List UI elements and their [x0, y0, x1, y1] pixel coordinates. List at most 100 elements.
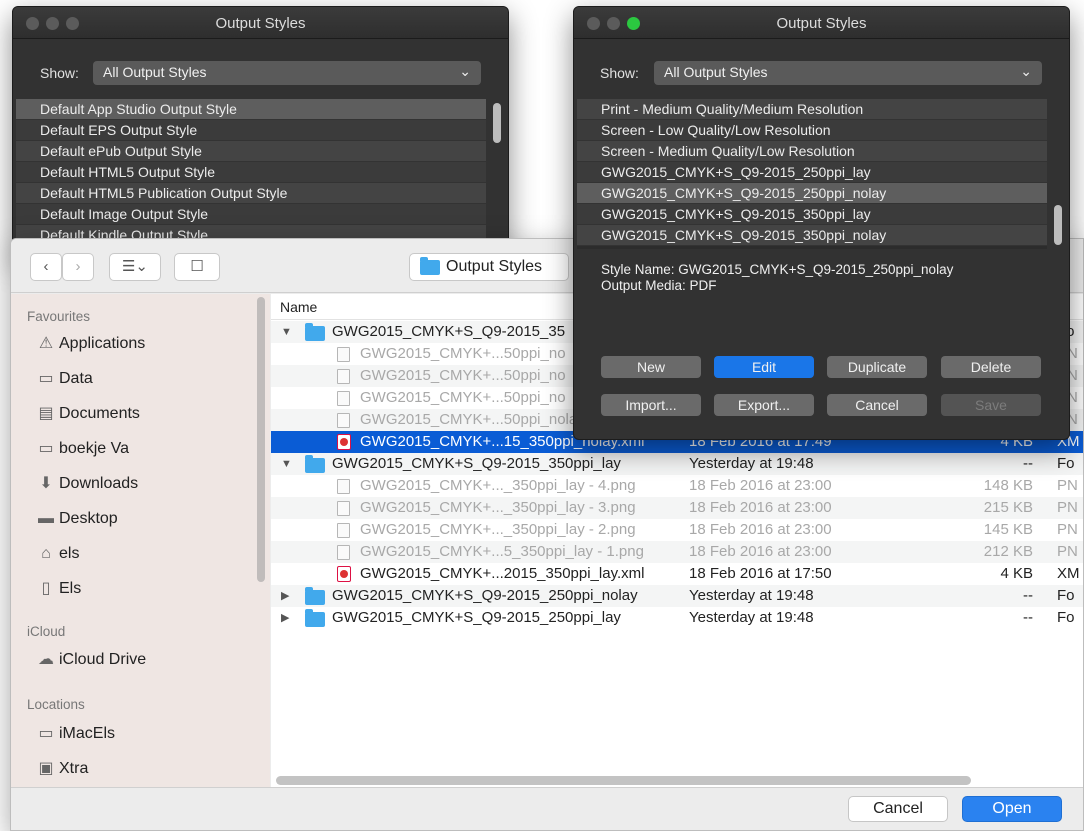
file-name: GWG2015_CMYK+S_Q9-2015_350ppi_lay	[332, 455, 621, 472]
folder-row[interactable]: ▶ GWG2015_CMYK+S_Q9-2015_250ppi_nolay Yest…	[271, 585, 1083, 607]
output-style-item[interactable]: Screen - Low Quality/Low Resolution	[577, 120, 1047, 141]
output-styles-window-right: Output Styles Show: All Output Styles ⌄ …	[573, 6, 1070, 440]
sidebar-item-boekje-va[interactable]: ▭ boekje Va	[33, 436, 129, 462]
sidebar-item-documents[interactable]: ▤ Documents	[33, 401, 139, 427]
sidebar-scrollbar[interactable]	[257, 297, 265, 582]
sidebar-item-icloud-drive[interactable]: ☁ iCloud Drive	[33, 647, 146, 673]
cancel-button[interactable]: Cancel	[827, 394, 927, 416]
view-mode-button[interactable]: ☰⌄	[109, 253, 161, 281]
xml-file-icon	[337, 566, 351, 582]
back-button[interactable]: ‹	[30, 253, 62, 281]
file-date: 18 Feb 2016 at 23:00	[689, 521, 832, 538]
home-icon: ⌂	[41, 545, 51, 562]
edit-button[interactable]: Edit	[714, 356, 814, 378]
disclosure-expanded-icon[interactable]: ▼	[281, 321, 292, 343]
folder-row[interactable]: ▼ GWG2015_CMYK+S_Q9-2015_350ppi_lay Yester…	[271, 453, 1083, 475]
title-bar[interactable]: Output Styles	[574, 7, 1069, 39]
document-icon: ▯	[41, 580, 51, 597]
output-style-item[interactable]: Default HTML5 Publication Output Style	[16, 183, 486, 204]
output-style-item[interactable]: Print - Medium Quality/Medium Resolution	[577, 99, 1047, 120]
sidebar-item-label: Applications	[59, 335, 146, 352]
folder-row[interactable]: ▶ GWG2015_CMYK+S_Q9-2015_250ppi_lay Yester…	[271, 607, 1083, 629]
folder-icon	[305, 455, 325, 473]
dialog-button-bar: Cancel Open	[11, 787, 1083, 830]
show-label: Show:	[600, 65, 639, 81]
sidebar-item-els[interactable]: ⌂ els	[33, 541, 79, 567]
output-style-item[interactable]: GWG2015_CMYK+S_Q9-2015_250ppi_lay	[577, 162, 1047, 183]
path-popup-button[interactable]: Output Styles	[409, 253, 569, 281]
file-row[interactable]: GWG2015_CMYK+...2015_350ppi_lay.xml 18 Fe…	[271, 563, 1083, 585]
delete-button[interactable]: Delete	[941, 356, 1041, 378]
current-folder-label: Output Styles	[446, 258, 543, 275]
title-bar[interactable]: Output Styles	[13, 7, 508, 39]
output-style-item[interactable]: Default HTML5 Output Style	[16, 162, 486, 183]
new-button[interactable]: New	[601, 356, 701, 378]
name-column-header[interactable]: Name	[280, 299, 317, 315]
save-button[interactable]: Save	[941, 394, 1041, 416]
file-name: GWG2015_CMYK+...50ppi_no	[360, 345, 566, 362]
show-select[interactable]: All Output Styles ⌄	[654, 61, 1042, 85]
sidebar-item-desktop[interactable]: ▬ Desktop	[33, 506, 118, 532]
file-date: Yesterday at 19:48	[689, 609, 814, 626]
open-button[interactable]: Open	[962, 796, 1062, 822]
sidebar-item-imacels[interactable]: ▭ iMacEls	[33, 721, 115, 747]
sidebar-item-label: Downloads	[59, 475, 139, 492]
file-size: --	[1023, 609, 1033, 626]
cancel-button[interactable]: Cancel	[848, 796, 948, 822]
horizontal-scrollbar[interactable]	[276, 776, 971, 785]
forward-button[interactable]: ›	[62, 253, 94, 281]
disclosure-collapsed-icon[interactable]: ▶	[281, 585, 289, 607]
output-style-item[interactable]: Default Image Output Style	[16, 204, 486, 225]
folder-icon	[305, 609, 325, 627]
file-date: 18 Feb 2016 at 23:00	[689, 543, 832, 560]
file-date: Yesterday at 19:48	[689, 455, 814, 472]
sidebar-item-xtra[interactable]: ▣ Xtra	[33, 756, 88, 782]
downloads-icon: ⬇	[39, 475, 53, 492]
output-styles-list[interactable]: Default App Studio Output Style Default E…	[16, 99, 486, 249]
file-kind: XM	[1057, 565, 1080, 582]
output-style-item[interactable]: GWG2015_CMYK+S_Q9-2015_250ppi_nolay	[577, 183, 1047, 204]
chevron-left-icon: ‹	[43, 258, 49, 275]
output-style-item[interactable]: Default ePub Output Style	[16, 141, 486, 162]
output-styles-list[interactable]: Print - Medium Quality/Medium Resolution…	[577, 99, 1047, 249]
file-row[interactable]: GWG2015_CMYK+..._350ppi_lay - 2.png 18 Fe…	[271, 519, 1083, 541]
list-scrollbar[interactable]	[1054, 205, 1062, 245]
output-style-item[interactable]: Default App Studio Output Style	[16, 99, 486, 120]
sidebar-item-downloads[interactable]: ⬇ Downloads	[33, 471, 138, 497]
show-label: Show:	[40, 65, 79, 81]
png-file-icon	[337, 479, 350, 494]
sidebar-item-els[interactable]: ▯ Els	[33, 576, 82, 602]
list-scrollbar[interactable]	[493, 103, 501, 143]
file-name: GWG2015_CMYK+..._350ppi_lay - 3.png	[360, 499, 636, 516]
file-row[interactable]: GWG2015_CMYK+..._350ppi_lay - 4.png 18 Fe…	[271, 475, 1083, 497]
sidebar-item-label: Desktop	[59, 510, 118, 527]
output-style-item[interactable]: Screen - Medium Quality/Low Resolution	[577, 141, 1047, 162]
sidebar-item-label: Data	[59, 370, 93, 387]
output-styles-window-left: Output Styles Show: All Output Styles ⌄ …	[12, 6, 509, 256]
file-name: GWG2015_CMYK+...2015_350ppi_lay.xml	[360, 565, 645, 582]
window-title: Output Styles	[776, 15, 867, 32]
duplicate-button[interactable]: Duplicate	[827, 356, 927, 378]
disclosure-collapsed-icon[interactable]: ▶	[281, 607, 289, 629]
file-name: GWG2015_CMYK+..._350ppi_lay - 2.png	[360, 521, 636, 538]
file-row[interactable]: GWG2015_CMYK+..._350ppi_lay - 3.png 18 Fe…	[271, 497, 1083, 519]
export-button[interactable]: Export...	[714, 394, 814, 416]
file-date: 18 Feb 2016 at 23:00	[689, 499, 832, 516]
desktop-icon: ▬	[38, 510, 54, 527]
file-size: 212 KB	[983, 543, 1033, 560]
output-style-item[interactable]: GWG2015_CMYK+S_Q9-2015_350ppi_nolay	[577, 225, 1047, 246]
disclosure-expanded-icon[interactable]: ▼	[281, 453, 292, 475]
file-size: 148 KB	[983, 477, 1033, 494]
window-title: Output Styles	[215, 15, 306, 32]
folder-icon	[305, 323, 325, 341]
new-folder-button[interactable]: ☐	[174, 253, 220, 281]
folder-icon	[305, 587, 325, 605]
show-select[interactable]: All Output Styles ⌄	[93, 61, 481, 85]
sidebar-item-data[interactable]: ▭ Data	[33, 366, 93, 392]
output-style-item[interactable]: GWG2015_CMYK+S_Q9-2015_350ppi_lay	[577, 204, 1047, 225]
output-style-item[interactable]: Default EPS Output Style	[16, 120, 486, 141]
sidebar-item-applications[interactable]: ⚠ Applications	[33, 331, 145, 357]
import-button[interactable]: Import...	[601, 394, 701, 416]
file-row[interactable]: GWG2015_CMYK+...5_350ppi_lay - 1.png 18 F…	[271, 541, 1083, 563]
disk-icon: ▣	[38, 760, 54, 777]
